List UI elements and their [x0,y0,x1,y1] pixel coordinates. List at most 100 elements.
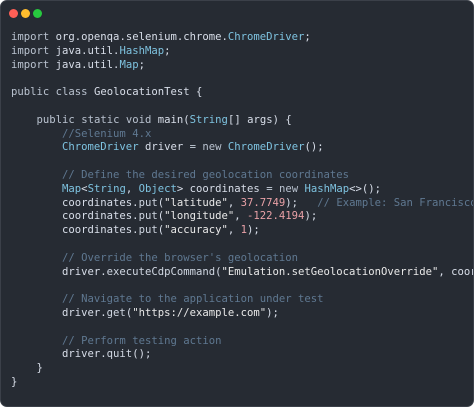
code-line: import java.util.HashMap; [11,44,473,59]
code-token: ; [138,58,145,71]
code-token: HashMap [119,44,165,57]
code-token: ); [285,196,318,209]
code-token: // Navigate to the application under tes… [62,293,324,306]
code-token: ); [247,224,260,237]
code-token: 37.7749 [240,196,286,209]
code-token: executeCdpCommand [106,265,216,278]
code-token: driver. [11,348,107,361]
code-token: // Override the browser's geolocation [62,251,299,264]
code-line: public static void main(String[] args) { [11,113,473,128]
code-token: Map [119,58,139,71]
code-line: // Override the browser's geolocation [11,251,473,266]
code-token: java.util. [49,58,120,71]
code-token: import [11,44,50,57]
close-window-dot-icon[interactable] [9,9,18,18]
code-token: -122.4194 [247,210,305,223]
code-token: "accuracy" [164,224,228,237]
code-token: GeolocationTest { [87,86,203,99]
code-token: Map [62,182,82,195]
code-token: new [278,182,299,195]
code-token: , [227,196,241,209]
code-token: put [138,210,158,223]
code-token: ChromeDriver [227,31,305,43]
code-token: org.openqa.selenium.chrome. [49,31,228,43]
code-token: Object [138,182,177,195]
code-line: Map<String, Object> coordinates = new Ha… [11,182,473,197]
code-token: new [202,141,222,154]
code-token: public [11,86,50,99]
code-token: driver [138,141,190,154]
code-token: //Selenium 4.x [62,127,152,140]
code-window: import org.openqa.selenium.chrome.Chrome… [0,0,474,407]
code-token: HashMap [304,182,350,195]
code-token: , [125,182,139,195]
code-token: get [106,306,126,319]
code-token: import [11,31,50,43]
code-line: coordinates.put("latitude", 37.7749); //… [11,196,474,211]
code-token: "Emulation.setGeolocationOverride" [221,265,439,278]
code-token: public [36,113,75,126]
code-line: coordinates.put("accuracy", 1); [11,224,473,238]
code-token: static [81,113,120,126]
code-line: driver.quit(); [11,348,473,362]
code-token: driver. [11,265,107,278]
code-token: , coordinates); [438,265,473,278]
code-token: (); [304,141,324,154]
code-line: // Perform testing action [11,334,473,349]
code-token: // Example: San Francisco [317,196,474,209]
code-token: } [11,375,18,388]
code-token: import [11,58,50,71]
code-token: java.util. [49,44,120,57]
code-line: // Define the desired geolocation coordi… [11,168,473,183]
code-token: put [138,196,158,209]
code-line: } [11,375,473,390]
code-token: ); [266,306,279,319]
code-token: String [189,113,228,126]
code-line: // Navigate to the application under tes… [11,293,473,307]
code-token: ChromeDriver [227,141,305,154]
code-line: //Selenium 4.x [11,127,473,142]
code-token: [] args) { [227,113,292,126]
minimize-window-dot-icon[interactable] [21,9,30,18]
code-line: driver.executeCdpCommand("Emulation.setG… [11,265,473,280]
code-token: (); [132,348,152,361]
code-token: } [11,362,43,375]
code-token: String [87,182,126,195]
code-block[interactable]: import org.openqa.selenium.chrome.Chrome… [11,31,474,390]
code-token: ; [164,44,171,57]
code-token: driver. [11,306,107,319]
title-bar [1,1,473,27]
code-token: main( [151,113,190,126]
code-line: ChromeDriver driver = new ChromeDriver()… [11,141,473,155]
maximize-window-dot-icon[interactable] [33,9,42,18]
code-token: "latitude" [164,196,228,209]
code-token: // Define the desired geolocation coordi… [62,168,350,181]
code-token: "https://example.com" [132,306,267,319]
code-token: quit [106,348,133,361]
code-token: ); [304,210,318,223]
code-token: > coordinates [176,182,267,195]
code-token: coordinates. [11,210,139,223]
code-token: , [227,224,241,237]
code-token: <>(); [349,182,382,195]
code-line: driver.get("https://example.com"); [11,306,473,321]
code-token: // Perform testing action [62,334,222,347]
code-line: import java.util.Map; [11,58,473,73]
code-line: public class GeolocationTest { [11,86,473,100]
code-line: } [11,362,473,376]
code-token: coordinates. [11,224,139,237]
code-token: void [125,113,152,126]
code-token: class [55,86,88,99]
code-token: , [234,210,248,223]
